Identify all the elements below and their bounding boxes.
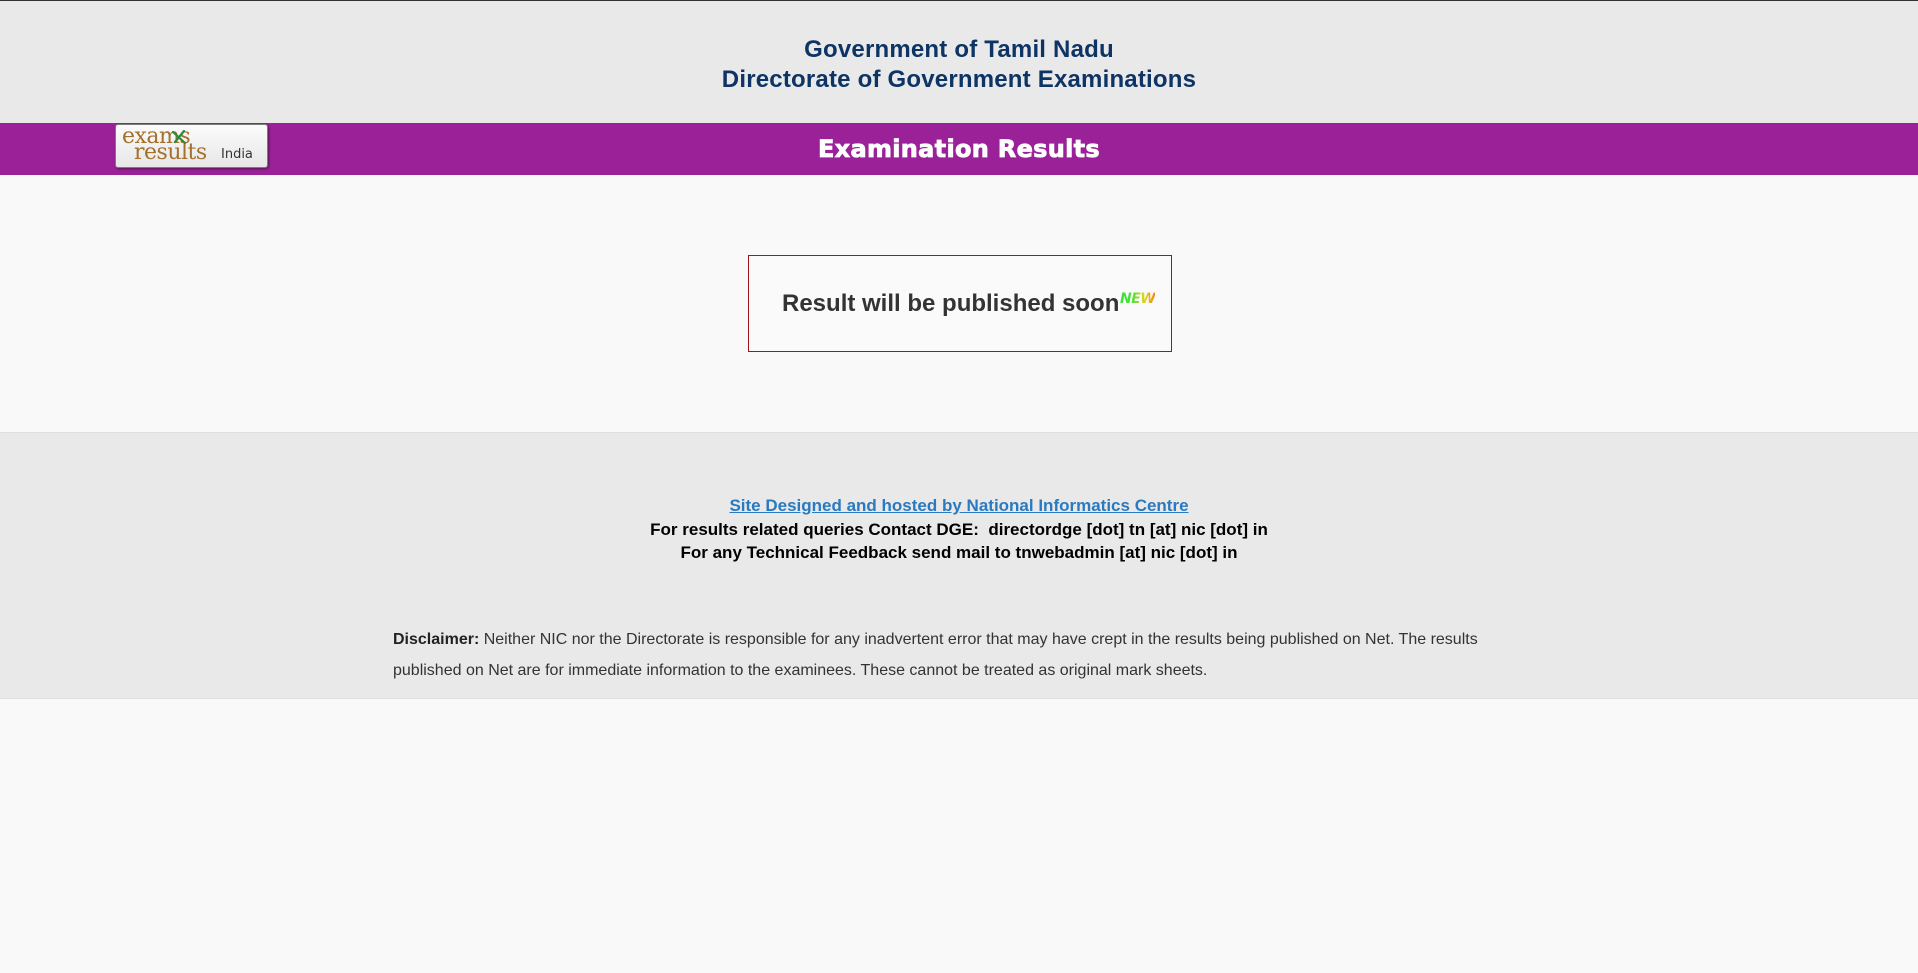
disclaimer-label: Disclaimer: [393, 631, 480, 648]
footer-info: Site Designed and hosted by National Inf… [0, 494, 1918, 564]
page-bottom [0, 699, 1918, 972]
government-title: Government of Tamil Nadu [804, 36, 1114, 63]
result-message: Result will be published soon [782, 290, 1120, 317]
result-notice-box: Result will be published soon NEW [748, 255, 1172, 352]
site-header: Government of Tamil Nadu Directorate of … [0, 1, 1918, 123]
site-footer: Site Designed and hosted by National Inf… [0, 432, 1918, 699]
new-badge-icon: NEW [1120, 291, 1156, 307]
technical-feedback-text: For any Technical Feedback send mail to … [680, 543, 1238, 562]
main-content: Result will be published soon NEW [0, 175, 1918, 432]
disclaimer: Disclaimer: Neither NIC nor the Director… [393, 624, 1533, 686]
nic-link[interactable]: Site Designed and hosted by National Inf… [0, 494, 1918, 518]
results-banner: exams results India Examination Results [0, 123, 1918, 175]
banner-title: Examination Results [817, 135, 1101, 164]
directorate-title: Directorate of Government Examinations [721, 66, 1197, 93]
contact-dge-text: For results related queries Contact DGE:… [650, 520, 1268, 539]
disclaimer-text: Neither NIC nor the Directorate is respo… [393, 631, 1478, 679]
